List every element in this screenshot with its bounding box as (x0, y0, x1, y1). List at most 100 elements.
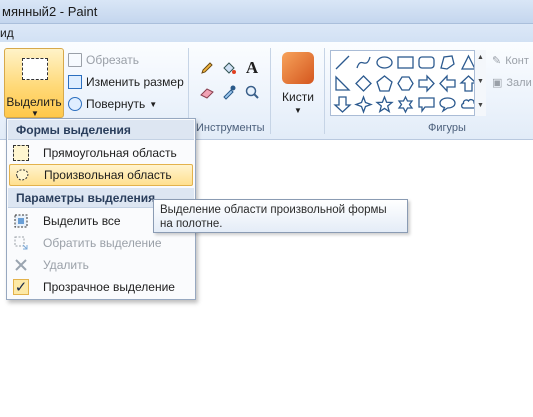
rect-callout-shape-icon (418, 97, 435, 113)
arrow-down-shape-icon (333, 96, 352, 113)
shape-polygon[interactable] (438, 53, 457, 72)
fill-label: Зали (506, 76, 532, 89)
crop-icon (68, 53, 82, 67)
shape-star-4[interactable] (354, 95, 373, 114)
tooltip-line-1: Выделение области произвольной формы (160, 204, 387, 216)
menu-item-label: Прозрачное выделение (43, 280, 175, 294)
delete-icon (13, 257, 29, 273)
select-all-icon (13, 213, 29, 229)
eraser-tool[interactable] (197, 82, 217, 102)
group-separator (324, 48, 325, 134)
shape-right-triangle[interactable] (333, 74, 352, 93)
brushes-label: Кисти (282, 90, 314, 104)
shape-curve[interactable] (354, 53, 373, 72)
outline-icon: ✎ (492, 55, 502, 67)
curve-shape-icon (356, 56, 371, 69)
shape-hexagon[interactable] (396, 74, 415, 93)
shape-rounded-rectangle[interactable] (417, 53, 436, 72)
tab-view[interactable]: ид (0, 26, 14, 40)
magnifier-tool[interactable] (242, 82, 262, 102)
crop-button[interactable]: Обрезать (68, 50, 139, 70)
shape-oval[interactable] (375, 53, 394, 72)
magnifier-icon (245, 85, 259, 99)
tools-group-label: Инструменты (196, 122, 265, 134)
menu-item-invert-selection[interactable]: Обратить выделение (9, 232, 193, 254)
rotate-label: Повернуть (86, 97, 146, 111)
checkmark-icon: ✓ (13, 279, 29, 296)
selection-marquee-icon (22, 58, 48, 80)
shapes-gallery-scrollbar[interactable]: ▲ ▼ ▼ (474, 50, 486, 116)
invert-selection-icon (13, 235, 29, 251)
rectangle-selection-icon (13, 145, 29, 161)
shape-rectangle[interactable] (396, 53, 415, 72)
arrow-left-shape-icon (439, 74, 456, 93)
window-title: мянный2 - Paint (2, 4, 98, 19)
six-point-star-shape-icon (397, 95, 414, 114)
menu-item-rectangular-selection[interactable]: Прямоугольная область (9, 142, 193, 164)
select-button[interactable]: Выделить ▼ (4, 48, 64, 118)
polygon-shape-icon (440, 55, 455, 70)
menu-item-label: Произвольная область (44, 168, 172, 182)
outline-button[interactable]: ✎ Конт (492, 54, 529, 68)
rotate-button[interactable]: Повернуть ▼ (68, 94, 157, 114)
eyedropper-icon (223, 85, 236, 100)
right-triangle-shape-icon (335, 75, 351, 91)
brushes-button[interactable]: Кисти ▼ (278, 48, 318, 118)
shape-star-6[interactable] (396, 95, 415, 114)
rotate-icon (68, 97, 82, 111)
outline-label: Конт (505, 54, 529, 67)
oval-callout-shape-icon (439, 97, 456, 113)
select-button-label: Выделить (6, 95, 62, 109)
shape-callout-oval[interactable] (438, 95, 457, 114)
free-form-selection-icon (14, 167, 30, 183)
chevron-down-icon: ▼ (294, 106, 302, 115)
eraser-icon (200, 88, 214, 99)
ribbon-tabs: ид (0, 24, 533, 42)
shape-star-5[interactable] (375, 95, 394, 114)
chevron-down-icon: ▼ (149, 99, 158, 109)
line-shape-icon (335, 55, 350, 70)
scroll-down-icon[interactable]: ▼ (477, 78, 484, 85)
scroll-up-icon[interactable]: ▲ (477, 54, 484, 61)
pentagon-shape-icon (376, 75, 393, 92)
free-form-selection-tooltip: Выделение области произвольной формы на … (153, 199, 408, 233)
shape-diamond[interactable] (354, 74, 373, 93)
paint-bucket-icon (223, 62, 236, 74)
fill-tool[interactable] (219, 58, 239, 78)
menu-item-transparent-selection[interactable]: ✓ Прозрачное выделение (9, 276, 193, 298)
resize-label: Изменить размер (86, 75, 184, 89)
menu-item-free-form-selection[interactable]: Произвольная область (9, 164, 193, 186)
brush-icon (282, 52, 314, 84)
fill-icon: ▣ (492, 77, 503, 89)
menu-item-label: Удалить (43, 258, 89, 272)
pencil-icon (201, 62, 213, 74)
shape-arrow-right[interactable] (417, 74, 436, 93)
group-separator (270, 48, 271, 134)
gallery-expand-icon[interactable]: ▼ (477, 102, 484, 109)
crop-label: Обрезать (86, 53, 139, 67)
hexagon-shape-icon (397, 76, 414, 91)
shape-pentagon[interactable] (375, 74, 394, 93)
title-bar: мянный2 - Paint (0, 0, 533, 24)
oval-shape-icon (376, 56, 393, 69)
shapes-gallery (330, 50, 486, 116)
text-tool-label: A (245, 58, 259, 77)
pencil-tool[interactable] (197, 58, 217, 78)
text-tool[interactable]: A (242, 58, 262, 78)
diamond-shape-icon (355, 75, 372, 92)
shape-callout-rect[interactable] (417, 95, 436, 114)
menu-item-label: Прямоугольная область (43, 146, 177, 160)
rectangle-shape-icon (397, 56, 414, 69)
resize-icon (68, 75, 82, 89)
color-picker-tool[interactable] (219, 82, 239, 102)
shape-arrow-left[interactable] (438, 74, 457, 93)
five-point-star-shape-icon (375, 95, 394, 113)
arrow-right-shape-icon (418, 74, 435, 93)
selection-shapes-header: Формы выделения (8, 120, 194, 140)
menu-item-delete[interactable]: Удалить (9, 254, 193, 276)
fill-button[interactable]: ▣ Зали (492, 76, 532, 90)
resize-button[interactable]: Изменить размер (68, 72, 184, 92)
shape-line[interactable] (333, 53, 352, 72)
menu-item-label: Обратить выделение (43, 236, 162, 250)
shape-arrow-down[interactable] (333, 95, 352, 114)
